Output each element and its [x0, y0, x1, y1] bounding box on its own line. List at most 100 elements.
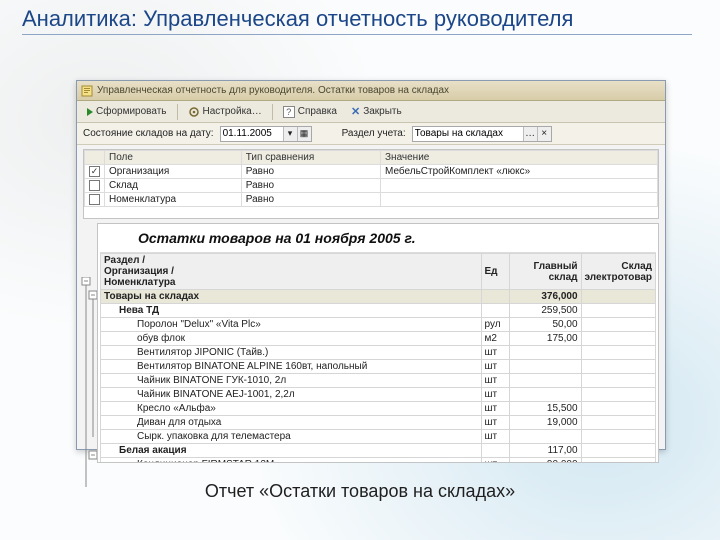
row-v2 — [581, 290, 655, 304]
row-name: Вентилятор BINATONE ALPINE 160вт, наполь… — [101, 360, 482, 374]
row-unit — [481, 304, 509, 318]
form-button-label: Сформировать — [96, 106, 167, 117]
toolbar-sep — [177, 104, 178, 120]
filter-cmp: Равно — [241, 193, 380, 207]
help-button[interactable]: ?Справка — [277, 104, 343, 120]
filter-row[interactable]: ОрганизацияРавноМебельСтройКомплект «люк… — [85, 165, 658, 179]
play-icon — [87, 108, 93, 116]
close-button[interactable]: ✕Закрыть — [345, 103, 408, 120]
checkbox[interactable] — [89, 180, 100, 191]
row-unit: шт — [481, 430, 509, 444]
table-row: Поролон "Delux" «Vita Plc»рул50,00 — [101, 318, 656, 332]
row-v2 — [581, 304, 655, 318]
filter-value[interactable]: МебельСтройКомплект «люкс» — [381, 165, 658, 179]
table-row: Вентилятор JIPONIC (Тайв.)шт — [101, 346, 656, 360]
row-v1 — [509, 346, 581, 360]
row-v1: 175,00 — [509, 332, 581, 346]
row-name: Чайник BINATONE ГУК-1010, 2л — [101, 374, 482, 388]
filter-value[interactable] — [381, 179, 658, 193]
row-unit: м2 — [481, 332, 509, 346]
row-unit: рул — [481, 318, 509, 332]
row-unit: шт — [481, 416, 509, 430]
row-name: Нева ТД — [101, 304, 482, 318]
date-field[interactable]: ▾ ▦ — [220, 126, 312, 142]
table-row: Кондиционер FIRMSTAR 12Mшт-90,000 — [101, 458, 656, 464]
row-v1: 15,500 — [509, 402, 581, 416]
filter-field: Номенклатура — [105, 193, 242, 207]
settings-button[interactable]: Настройка… — [182, 104, 268, 120]
report-icon — [81, 85, 93, 97]
row-unit: шт — [481, 458, 509, 464]
row-unit: шт — [481, 388, 509, 402]
params-bar: Состояние складов на дату: ▾ ▦ Раздел уч… — [77, 123, 665, 145]
col-section: Раздел / Организация / Номенклатура — [101, 254, 482, 290]
filter-field: Организация — [105, 165, 242, 179]
row-unit: шт — [481, 360, 509, 374]
row-name: Поролон "Delux" «Vita Plc» — [101, 318, 482, 332]
row-name: Вентилятор JIPONIC (Тайв.) — [101, 346, 482, 360]
form-button[interactable]: Сформировать — [81, 104, 173, 119]
table-row: обув флокм2175,00 — [101, 332, 656, 346]
report-area: Остатки товаров на 01 ноября 2005 г. Раз… — [97, 223, 659, 463]
filter-field: Склад — [105, 179, 242, 193]
row-name: Диван для отдыха — [101, 416, 482, 430]
row-v1 — [509, 388, 581, 402]
app-window: Управленческая отчетность для руководите… — [76, 80, 666, 450]
report-table: Раздел / Организация / Номенклатура Ед Г… — [100, 253, 656, 463]
filter-col-cmp: Тип сравнения — [241, 151, 380, 165]
gear-icon — [188, 106, 200, 118]
checkbox[interactable] — [89, 194, 100, 205]
row-v1 — [509, 360, 581, 374]
row-v2 — [581, 360, 655, 374]
row-name: Кресло «Альфа» — [101, 402, 482, 416]
filter-row[interactable]: НоменклатураРавно — [85, 193, 658, 207]
row-name: обув флок — [101, 332, 482, 346]
filter-value[interactable] — [381, 193, 658, 207]
filter-col-value: Значение — [381, 151, 658, 165]
table-row: Чайник BINATONE AEJ-1001, 2,2лшт — [101, 388, 656, 402]
toolbar: Сформировать Настройка… ?Справка ✕Закрыт… — [77, 101, 665, 123]
row-v2 — [581, 388, 655, 402]
col-wh2: Склад электротовар — [581, 254, 655, 290]
clear-icon[interactable]: × — [537, 127, 551, 141]
filter-grid[interactable]: Поле Тип сравнения Значение ОрганизацияР… — [83, 149, 659, 219]
date-spin-icon[interactable]: ▾ — [283, 127, 297, 141]
row-unit — [481, 290, 509, 304]
filter-col-field: Поле — [105, 151, 242, 165]
section-field[interactable]: … × — [412, 126, 552, 142]
row-v2 — [581, 332, 655, 346]
table-row: Сырк. упаковка для телемастерашт — [101, 430, 656, 444]
help-button-label: Справка — [298, 106, 337, 117]
close-icon: ✕ — [351, 105, 360, 118]
table-row: Нева ТД 259,500 — [101, 304, 656, 318]
row-name: Сырк. упаковка для телемастера — [101, 430, 482, 444]
table-row: Товары на складах376,000 — [101, 290, 656, 304]
row-unit: шт — [481, 346, 509, 360]
window-title: Управленческая отчетность для руководите… — [97, 85, 449, 96]
window-titlebar: Управленческая отчетность для руководите… — [77, 81, 665, 101]
row-v1: -90,000 — [509, 458, 581, 464]
row-unit: шт — [481, 402, 509, 416]
toolbar-sep — [272, 104, 273, 120]
section-input[interactable] — [413, 127, 523, 141]
row-v1: 19,000 — [509, 416, 581, 430]
section-label: Раздел учета: — [342, 128, 406, 139]
dropdown-icon[interactable]: … — [523, 127, 537, 141]
row-name: Белая акация — [101, 444, 482, 458]
filter-row[interactable]: СкладРавно — [85, 179, 658, 193]
checkbox[interactable] — [89, 166, 100, 177]
calendar-icon[interactable]: ▦ — [297, 127, 311, 141]
col-wh1: Главный склад — [509, 254, 581, 290]
row-v1: 259,500 — [509, 304, 581, 318]
table-row: Вентилятор BINATONE ALPINE 160вт, наполь… — [101, 360, 656, 374]
row-v2 — [581, 402, 655, 416]
row-v1: 50,00 — [509, 318, 581, 332]
row-v2 — [581, 318, 655, 332]
question-icon: ? — [283, 106, 295, 118]
row-v1: 117,00 — [509, 444, 581, 458]
row-v2 — [581, 346, 655, 360]
table-row: Диван для отдыхашт19,000 — [101, 416, 656, 430]
row-v2 — [581, 458, 655, 464]
slide-title: Аналитика: Управленческая отчетность рук… — [22, 6, 692, 35]
date-input[interactable] — [221, 127, 283, 141]
